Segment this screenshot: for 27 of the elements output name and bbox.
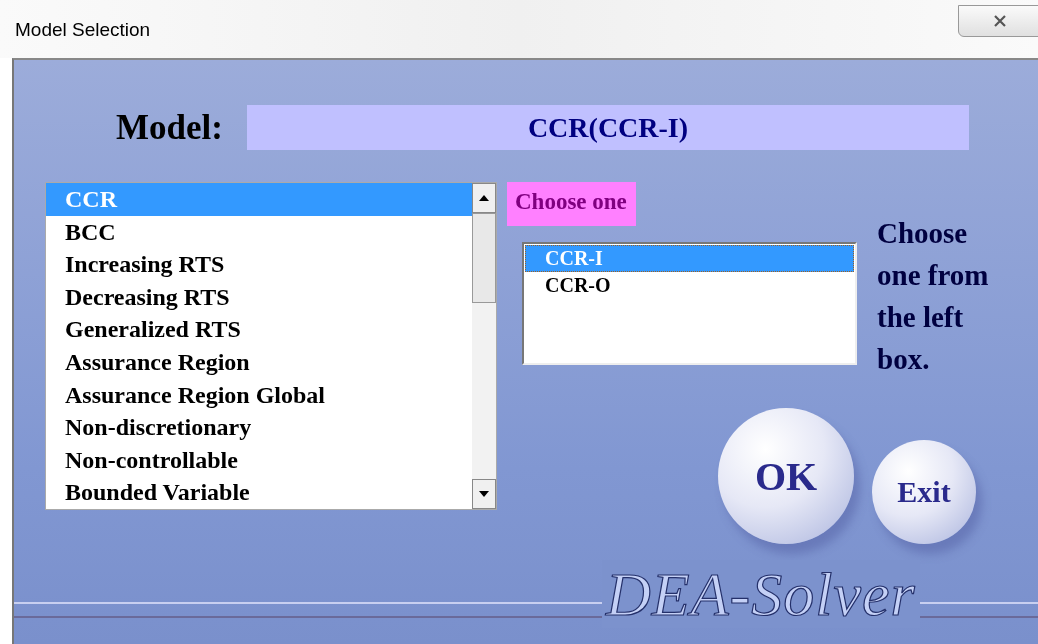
down-arrow-icon bbox=[479, 491, 489, 497]
list-item[interactable]: BCC bbox=[46, 215, 472, 249]
list-item[interactable]: Non-discretionary bbox=[46, 411, 472, 444]
list-item[interactable]: Non-controllable bbox=[46, 443, 472, 477]
hint-text: Choose one from the left box. bbox=[877, 216, 990, 377]
up-arrow-icon bbox=[479, 195, 489, 201]
scroll-up-button[interactable] bbox=[472, 183, 496, 213]
list-item[interactable]: Decreasing RTS bbox=[46, 280, 472, 314]
model-list[interactable]: CCR BCC Increasing RTS Decreasing RTS Generalized RTS Assurance Region Assurance Region Global Non-discretionary Non-controllable Bounded Variable bbox=[45, 182, 497, 510]
close-icon bbox=[993, 15, 1007, 27]
close-button[interactable] bbox=[958, 5, 1038, 37]
model-field: CCR(CCR-I) bbox=[247, 105, 969, 150]
list-item[interactable]: CCR-O bbox=[525, 272, 854, 299]
ok-button[interactable]: OK bbox=[718, 408, 854, 544]
scroll-down-button[interactable] bbox=[472, 479, 496, 509]
variant-list[interactable]: CCR-I CCR-O bbox=[522, 242, 857, 365]
model-label: Model: bbox=[116, 107, 224, 148]
list-item[interactable]: Bounded Variable bbox=[46, 476, 472, 509]
list-item[interactable]: Generalized RTS bbox=[46, 313, 472, 346]
list-item[interactable]: Assurance Region bbox=[46, 345, 472, 379]
window-title: Model Selection bbox=[15, 19, 151, 41]
list-item[interactable]: Increasing RTS bbox=[46, 248, 472, 281]
prompt-label: Choose one bbox=[507, 182, 636, 226]
scroll-thumb[interactable] bbox=[472, 213, 496, 303]
scrollbar[interactable] bbox=[472, 183, 496, 509]
list-item[interactable]: Assurance Region Global bbox=[46, 378, 472, 412]
exit-button[interactable]: Exit bbox=[872, 440, 976, 544]
